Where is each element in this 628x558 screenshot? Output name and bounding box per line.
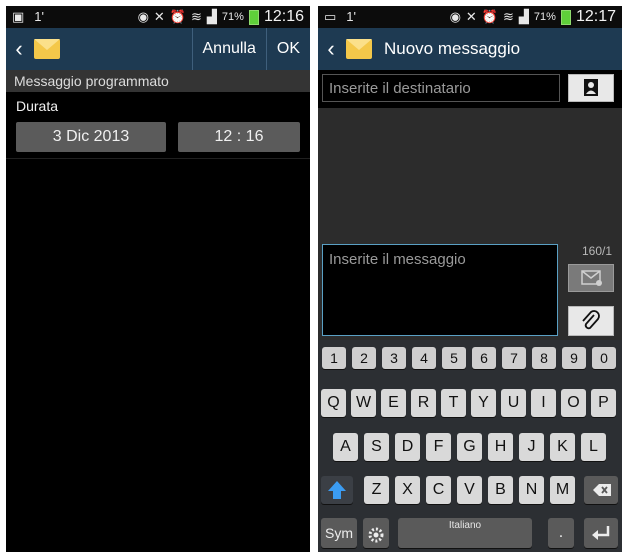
status-bar: ▭ 1' ◉ ✕ ⏰ ≋ ▟ 71% 12:17	[318, 6, 622, 28]
shift-key[interactable]	[321, 476, 353, 504]
key-x[interactable]: X	[395, 476, 420, 504]
chevron-left-icon[interactable]: ‹	[320, 36, 342, 62]
action-bar: ‹ Nuovo messaggio	[318, 28, 622, 70]
keyboard: 1 2 3 4 5 6 7 8 9 0 Q W E R T Y U I O P …	[318, 340, 622, 552]
contact-icon	[584, 79, 598, 96]
key-a[interactable]: A	[333, 433, 358, 461]
key-0[interactable]: 0	[592, 347, 616, 369]
cancel-button[interactable]: Annulla	[191, 28, 266, 70]
duration-label: Durata	[16, 98, 59, 114]
character-counter: 160/1	[582, 244, 613, 258]
alarm-icon: ⏰	[481, 9, 499, 24]
key-p[interactable]: P	[591, 389, 616, 417]
key-7[interactable]: 7	[502, 347, 526, 369]
key-4[interactable]: 4	[412, 347, 436, 369]
mute-icon: ✕	[465, 9, 477, 24]
key-2[interactable]: 2	[352, 347, 376, 369]
key-r[interactable]: R	[411, 389, 436, 417]
key-w[interactable]: W	[351, 389, 376, 417]
envelope-icon	[346, 39, 372, 59]
key-6[interactable]: 6	[472, 347, 496, 369]
backspace-icon	[593, 484, 611, 496]
key-t[interactable]: T	[441, 389, 466, 417]
key-s[interactable]: S	[364, 433, 389, 461]
key-3[interactable]: 3	[382, 347, 406, 369]
attach-button[interactable]	[568, 306, 614, 336]
key-n[interactable]: N	[519, 476, 544, 504]
battery-percent: 71%	[533, 11, 556, 23]
status-bar: ▣ 1' ◉ ✕ ⏰ ≋ ▟ 71% 12:16	[6, 6, 310, 28]
divider	[6, 158, 310, 159]
key-c[interactable]: C	[426, 476, 451, 504]
contact-button[interactable]	[568, 74, 614, 102]
key-k[interactable]: K	[550, 433, 575, 461]
ok-button[interactable]: OK	[265, 28, 310, 70]
symbols-key[interactable]: Sym	[321, 518, 357, 548]
recipient-input[interactable]: Inserite il destinatario	[322, 74, 560, 102]
signal-icon: ▟	[518, 9, 529, 24]
key-g[interactable]: G	[457, 433, 482, 461]
screen-scheduled-message: ▣ 1' ◉ ✕ ⏰ ≋ ▟ 71% 12:16 ‹ Annulla OK Me…	[6, 6, 310, 552]
enter-key[interactable]	[584, 518, 618, 548]
key-m[interactable]: M	[550, 476, 575, 504]
page-title: Nuovo messaggio	[384, 39, 521, 58]
notification-text: 1'	[34, 9, 45, 24]
key-d[interactable]: D	[395, 433, 420, 461]
space-key[interactable]: Italiano	[398, 518, 532, 548]
key-9[interactable]: 9	[562, 347, 586, 369]
wifi-icon: ≋	[191, 9, 202, 24]
key-y[interactable]: Y	[471, 389, 496, 417]
shift-icon	[328, 481, 346, 499]
clock: 12:17	[575, 8, 616, 25]
message-input[interactable]: Inserite il messaggio	[322, 244, 558, 336]
smart-stay-icon: ◉	[449, 9, 461, 24]
gear-icon	[368, 527, 384, 543]
envelope-icon	[34, 39, 60, 59]
key-u[interactable]: U	[501, 389, 526, 417]
backspace-key[interactable]	[584, 476, 618, 504]
key-z[interactable]: Z	[364, 476, 389, 504]
signal-icon: ▟	[206, 9, 217, 24]
send-button[interactable]	[568, 264, 614, 292]
notification-text: 1'	[346, 9, 357, 24]
clock: 12:16	[263, 8, 304, 25]
period-key[interactable]: .	[548, 518, 574, 548]
battery-icon	[560, 9, 571, 25]
mute-icon: ✕	[153, 9, 165, 24]
paperclip-icon	[582, 310, 600, 330]
battery-percent: 71%	[221, 11, 244, 23]
key-j[interactable]: J	[519, 433, 544, 461]
chevron-left-icon[interactable]: ‹	[8, 36, 30, 62]
gallery-icon: ▣	[12, 9, 25, 24]
time-picker-button[interactable]: 12 : 16	[178, 122, 300, 152]
alarm-icon: ⏰	[169, 9, 187, 24]
key-b[interactable]: B	[488, 476, 513, 504]
key-5[interactable]: 5	[442, 347, 466, 369]
battery-icon	[248, 9, 259, 25]
key-v[interactable]: V	[457, 476, 482, 504]
key-o[interactable]: O	[561, 389, 586, 417]
date-picker-button[interactable]: 3 Dic 2013	[16, 122, 166, 152]
smart-stay-icon: ◉	[137, 9, 149, 24]
send-icon	[581, 270, 602, 286]
key-e[interactable]: E	[381, 389, 406, 417]
conversation-area	[318, 108, 622, 236]
key-h[interactable]: H	[488, 433, 513, 461]
keyboard-icon: ▭	[324, 9, 337, 24]
key-l[interactable]: L	[581, 433, 606, 461]
screen-new-message: ▭ 1' ◉ ✕ ⏰ ≋ ▟ 71% 12:17 ‹ Nuovo messagg…	[318, 6, 622, 552]
settings-key[interactable]	[363, 518, 389, 548]
key-f[interactable]: F	[426, 433, 451, 461]
wifi-icon: ≋	[503, 9, 514, 24]
enter-icon	[592, 526, 610, 540]
section-header: Messaggio programmato	[6, 70, 310, 92]
key-q[interactable]: Q	[321, 389, 346, 417]
key-i[interactable]: I	[531, 389, 556, 417]
key-8[interactable]: 8	[532, 347, 556, 369]
action-bar: ‹ Annulla OK	[6, 28, 310, 70]
key-1[interactable]: 1	[322, 347, 346, 369]
